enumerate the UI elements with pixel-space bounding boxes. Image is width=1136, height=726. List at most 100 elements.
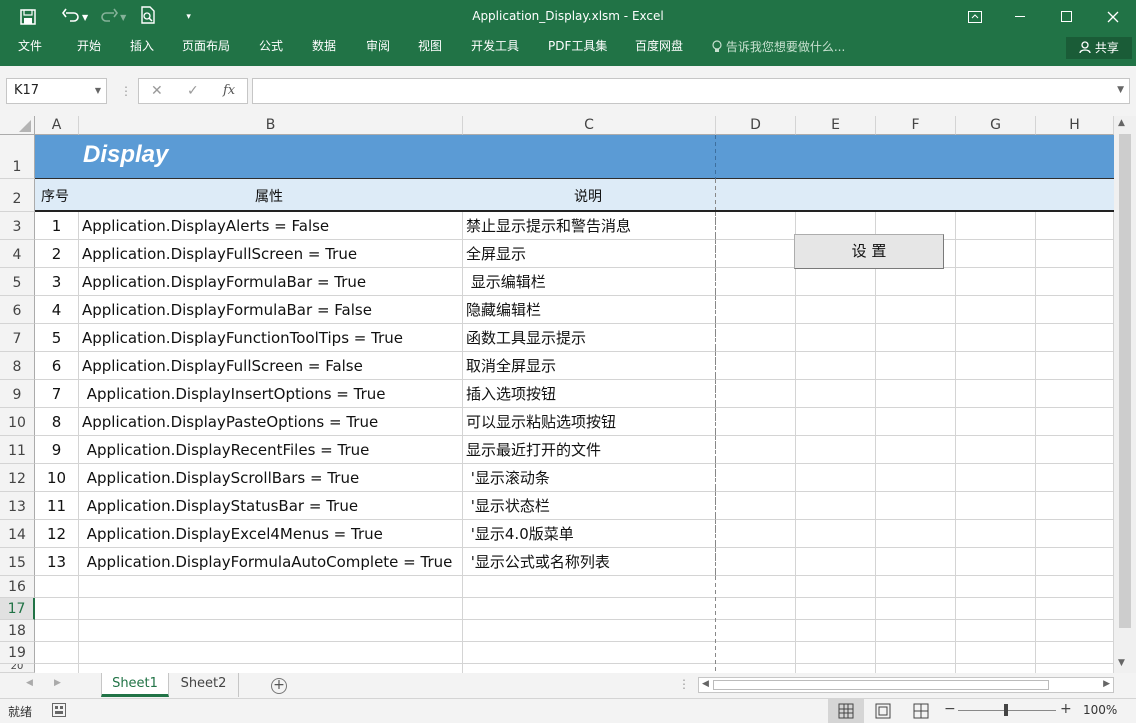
zoom-level[interactable]: 100% [1083, 703, 1117, 717]
split-grip-icon[interactable]: ⋮ [678, 677, 690, 691]
tab-view[interactable]: 视图 [418, 34, 442, 66]
expand-formula-icon[interactable]: ▼ [1117, 85, 1124, 95]
column-header-c[interactable]: C [463, 116, 716, 135]
macro-record-icon[interactable] [52, 703, 66, 720]
description-cell[interactable]: '显示4.0版菜单 [463, 520, 716, 548]
index-cell[interactable]: 3 [35, 268, 79, 296]
index-cell[interactable]: 8 [35, 408, 79, 436]
scroll-left-icon[interactable]: ◀ [702, 679, 709, 689]
property-cell[interactable]: Application.DisplayFormulaBar = True [79, 268, 463, 296]
index-cell[interactable]: 6 [35, 352, 79, 380]
tab-home[interactable]: 开始 [77, 34, 101, 66]
column-header-b[interactable]: B [79, 116, 463, 135]
row-header[interactable]: 14 [0, 520, 35, 548]
row-header[interactable]: 19 [0, 642, 35, 664]
description-cell[interactable]: '显示公式或名称列表 [463, 548, 716, 576]
tab-pdf-tools[interactable]: PDF工具集 [548, 34, 607, 66]
description-cell[interactable]: 函数工具显示提示 [463, 324, 716, 352]
column-header-a[interactable]: A [35, 116, 79, 135]
index-cell[interactable]: 9 [35, 436, 79, 464]
property-cell[interactable]: Application.DisplayExcel4Menus = True [79, 520, 463, 548]
ribbon-display-options-icon[interactable] [952, 0, 998, 34]
page-layout-view-icon[interactable] [868, 699, 898, 723]
horizontal-scrollbar[interactable]: ◀ ▶ [698, 677, 1114, 693]
normal-view-icon[interactable] [828, 699, 864, 723]
property-cell[interactable]: Application.DisplayFullScreen = True [79, 240, 463, 268]
index-cell[interactable]: 4 [35, 296, 79, 324]
zoom-slider-thumb[interactable] [1004, 704, 1008, 716]
insert-function-icon[interactable]: fx [223, 83, 235, 98]
sheet-tab-sheet1[interactable]: Sheet1 [101, 673, 169, 697]
zoom-in-icon[interactable]: + [1060, 701, 1072, 717]
column-header-e[interactable]: E [796, 116, 876, 135]
prev-sheet-icon[interactable]: ◀ [26, 678, 33, 688]
cancel-icon[interactable]: ✕ [151, 83, 163, 99]
scroll-right-icon[interactable]: ▶ [1103, 679, 1110, 689]
index-cell[interactable]: 1 [35, 212, 79, 240]
property-cell[interactable]: Application.DisplayFormulaAutoComplete =… [79, 548, 463, 576]
index-cell[interactable]: 11 [35, 492, 79, 520]
tab-insert[interactable]: 插入 [130, 34, 154, 66]
column-header-f[interactable]: F [876, 116, 956, 135]
property-cell[interactable]: Application.DisplayRecentFiles = True [79, 436, 463, 464]
row-header[interactable]: 13 [0, 492, 35, 520]
close-icon[interactable] [1090, 0, 1136, 34]
formula-input[interactable]: ▼ [252, 78, 1130, 104]
tab-baidu-netdisk[interactable]: 百度网盘 [635, 34, 683, 66]
select-all-corner[interactable] [0, 116, 35, 135]
name-box[interactable]: K17 ▼ [6, 78, 107, 104]
row-header[interactable]: 1 [0, 135, 35, 179]
property-cell[interactable]: Application.DisplayFormulaBar = False [79, 296, 463, 324]
add-sheet-icon[interactable]: + [271, 678, 287, 694]
next-sheet-icon[interactable]: ▶ [54, 678, 61, 688]
index-cell[interactable]: 12 [35, 520, 79, 548]
vertical-scrollbar[interactable]: ▲ ▼ [1114, 116, 1136, 673]
column-header-g[interactable]: G [956, 116, 1036, 135]
row-header[interactable]: 11 [0, 436, 35, 464]
index-cell[interactable]: 5 [35, 324, 79, 352]
description-cell[interactable]: 显示编辑栏 [463, 268, 716, 296]
property-cell[interactable]: Application.DisplayFunctionToolTips = Tr… [79, 324, 463, 352]
tab-page-layout[interactable]: 页面布局 [182, 34, 230, 66]
tab-developer[interactable]: 开发工具 [471, 34, 519, 66]
row-header[interactable]: 10 [0, 408, 35, 436]
row-header-active[interactable]: 17 [0, 598, 35, 620]
row-header[interactable]: 12 [0, 464, 35, 492]
description-cell[interactable]: 可以显示粘贴选项按钮 [463, 408, 716, 436]
description-cell[interactable]: '显示状态栏 [463, 492, 716, 520]
tab-formulas[interactable]: 公式 [259, 34, 283, 66]
property-cell[interactable]: Application.DisplayStatusBar = True [79, 492, 463, 520]
horizontal-scroll-thumb[interactable] [713, 680, 1049, 690]
enter-icon[interactable]: ✓ [187, 83, 199, 99]
row-header[interactable]: 4 [0, 240, 35, 268]
scroll-up-icon[interactable]: ▲ [1118, 118, 1125, 128]
tab-data[interactable]: 数据 [312, 34, 336, 66]
maximize-icon[interactable] [1044, 0, 1090, 34]
row-header[interactable]: 20 [0, 664, 35, 673]
row-header[interactable]: 2 [0, 179, 35, 212]
row-header[interactable]: 18 [0, 620, 35, 642]
sheet-tab-sheet2[interactable]: Sheet2 [169, 673, 239, 697]
banner-row[interactable]: Display [35, 135, 1114, 179]
tab-file[interactable]: 文件 [18, 34, 42, 66]
tell-me-search[interactable]: 告诉我您想要做什么... [712, 38, 845, 55]
column-header-h[interactable]: H [1036, 116, 1114, 135]
row-header[interactable]: 3 [0, 212, 35, 240]
description-cell[interactable]: 禁止显示提示和警告消息 [463, 212, 716, 240]
row-header[interactable]: 8 [0, 352, 35, 380]
description-cell[interactable]: 插入选项按钮 [463, 380, 716, 408]
row-header[interactable]: 5 [0, 268, 35, 296]
share-button[interactable]: 共享 [1066, 37, 1132, 59]
index-cell[interactable]: 7 [35, 380, 79, 408]
name-box-dropdown-icon[interactable]: ▼ [95, 79, 101, 103]
description-cell[interactable]: '显示滚动条 [463, 464, 716, 492]
property-cell[interactable]: Application.DisplayFullScreen = False [79, 352, 463, 380]
row-header[interactable]: 9 [0, 380, 35, 408]
vertical-scroll-thumb[interactable] [1119, 134, 1131, 628]
property-cell[interactable]: Application.DisplayAlerts = False [79, 212, 463, 240]
tab-review[interactable]: 审阅 [366, 34, 390, 66]
description-cell[interactable]: 显示最近打开的文件 [463, 436, 716, 464]
row-header[interactable]: 15 [0, 548, 35, 576]
header-row[interactable]: 序号 属性 说明 [35, 179, 1114, 212]
column-header-d[interactable]: D [716, 116, 796, 135]
